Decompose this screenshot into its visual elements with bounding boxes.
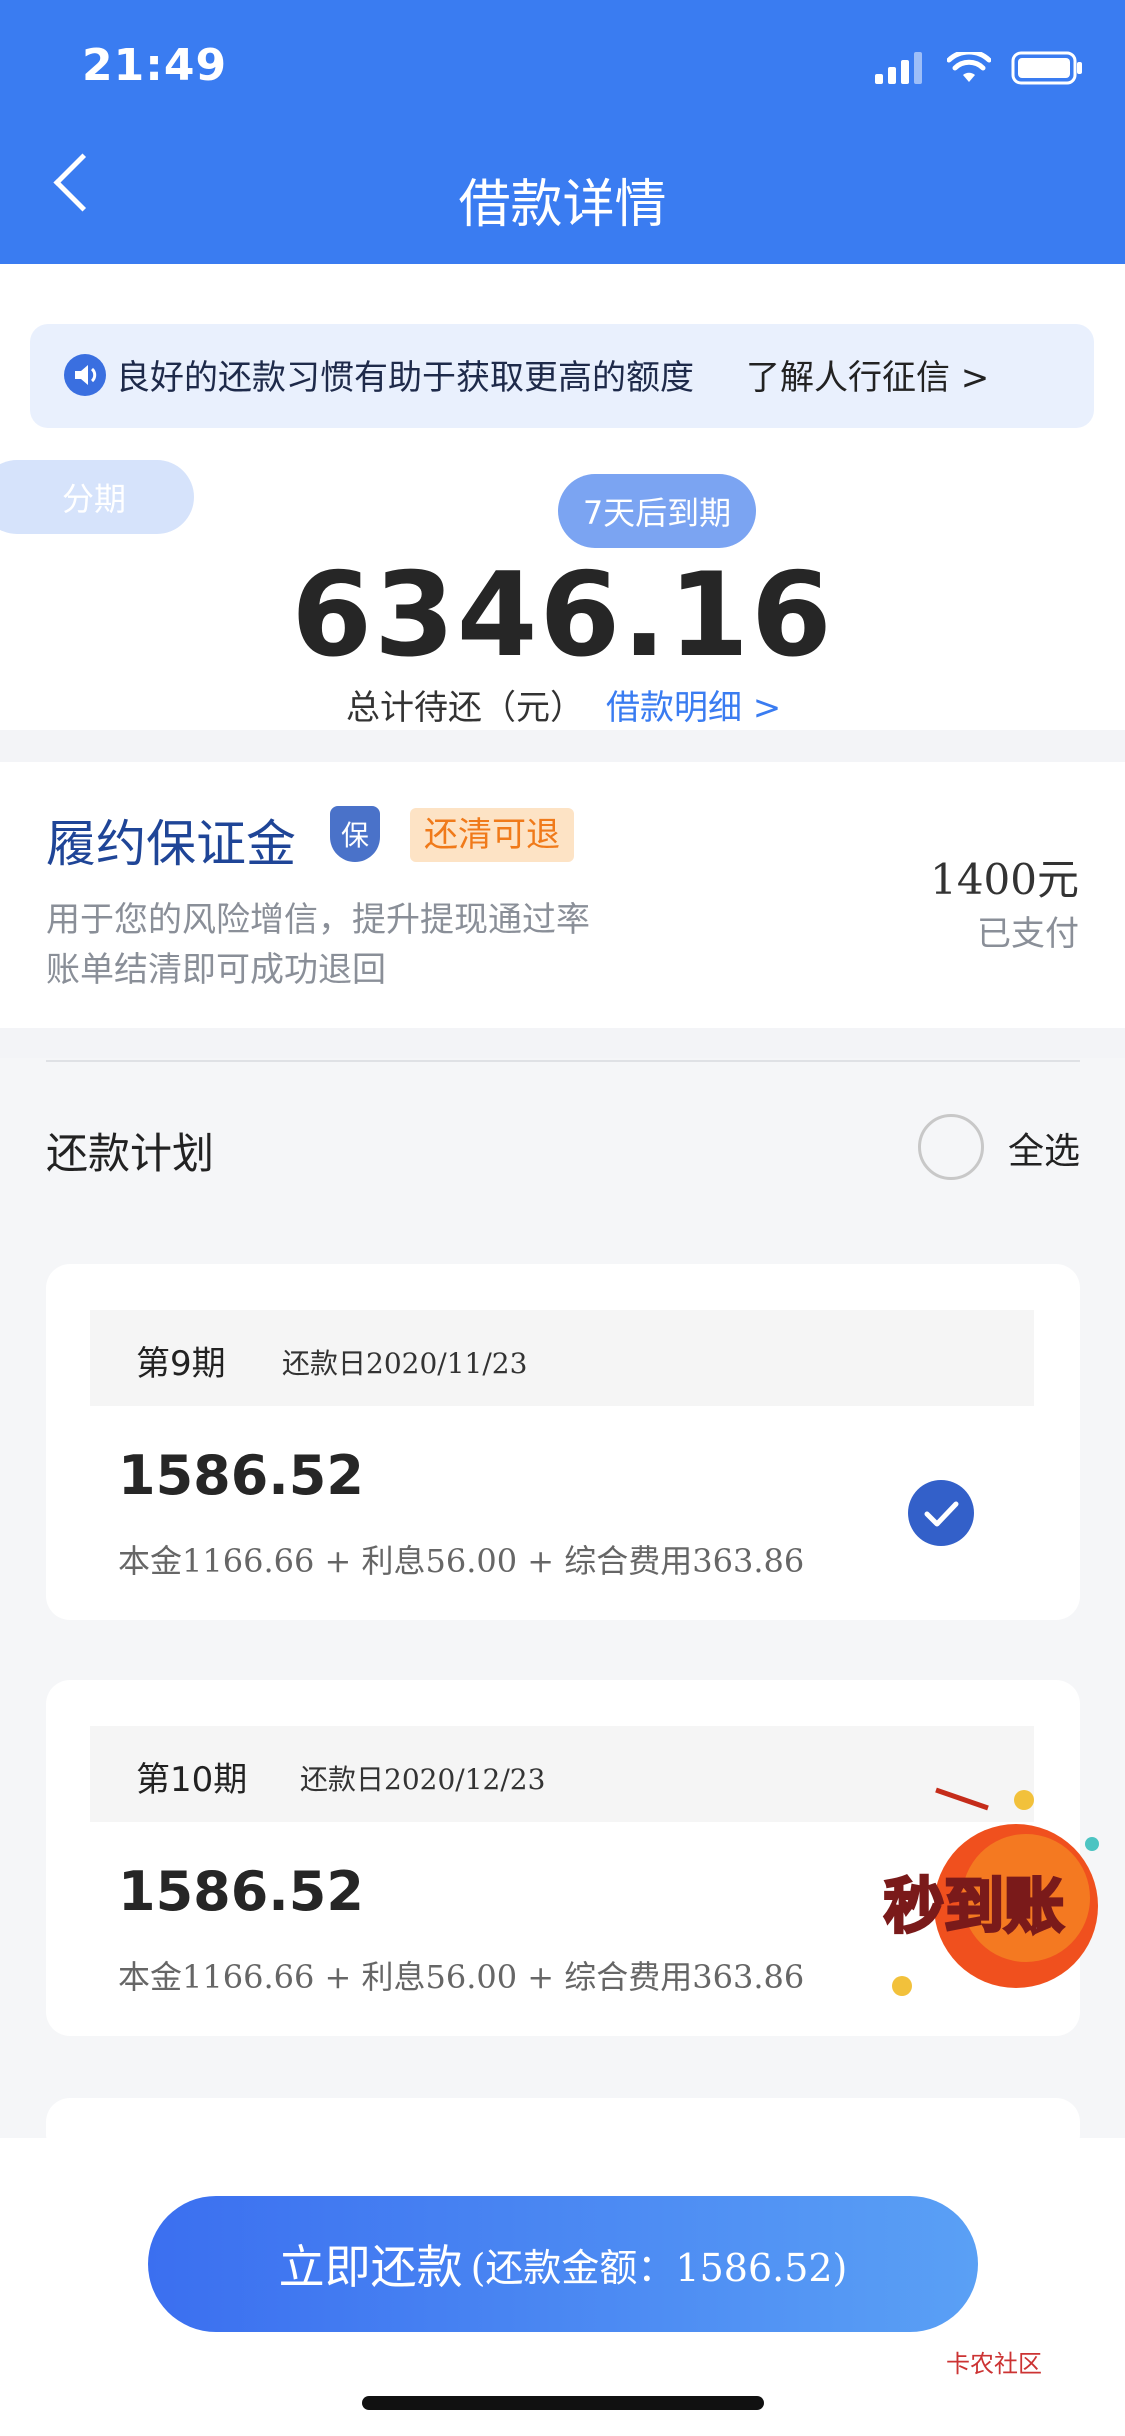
installment-amount: 1586.52 <box>118 1860 364 1923</box>
select-all-label[interactable]: 全选 <box>1008 1122 1080 1174</box>
due-badge: 7天后到期 <box>558 474 756 548</box>
deposit-title: 履约保证金 <box>46 815 296 873</box>
wifi-icon <box>947 52 991 82</box>
deposit-description: 用于您的风险增信，提升提现通过率 <box>46 900 590 940</box>
pay-now-button[interactable]: 立即还款 (还款金额：1586.52) <box>148 2196 978 2332</box>
select-all-checkbox[interactable] <box>918 1114 984 1180</box>
deposit-description-2: 账单结清即可成功退回 <box>46 950 386 990</box>
installment-breakdown: 本金1166.66 + 利息56.00 + 综合费用363.86 <box>118 1958 805 1996</box>
installment-card-header <box>90 1310 1034 1406</box>
divider <box>46 1060 1080 1062</box>
installment-due-date: 还款日2020/11/23 <box>282 1347 528 1380</box>
status-icons <box>875 48 1083 88</box>
installment-period: 第9期 <box>136 1344 226 1384</box>
pay-amount-label: (还款金额：1586.52) <box>470 2245 848 2290</box>
speaker-icon <box>64 354 106 396</box>
home-indicator[interactable] <box>362 2396 764 2410</box>
total-due-amount: 6346.16 <box>291 548 834 683</box>
plan-title: 还款计划 <box>46 1129 215 1178</box>
installment-period: 第10期 <box>136 1760 248 1800</box>
deposit-status: 已支付 <box>977 914 1079 954</box>
refundable-badge: 还清可退 <box>410 808 574 862</box>
total-due-label: 总计待还（元） <box>346 688 584 728</box>
deposit-amount: 1400元 <box>930 855 1079 904</box>
installment-breakdown: 本金1166.66 + 利息56.00 + 综合费用363.86 <box>118 1542 805 1580</box>
promo-text: 秒到账 <box>883 1871 1066 1944</box>
signal-icon <box>875 52 922 84</box>
pay-now-label: 立即还款 <box>278 2240 463 2294</box>
credit-info-link[interactable]: 了解人行征信 > <box>746 350 989 399</box>
installment-due-date: 还款日2020/12/23 <box>300 1763 546 1796</box>
shield-icon: 保 <box>330 806 380 862</box>
watermark-text: 卡农社区 <box>946 2350 1042 2378</box>
installment-amount: 1586.52 <box>118 1444 364 1507</box>
battery-icon <box>1011 51 1082 85</box>
loan-detail-link[interactable]: 借款明细 > <box>606 680 781 729</box>
installment-tag-label: 分期 <box>62 480 127 518</box>
page-title: 借款详情 <box>458 175 667 235</box>
status-time: 21:49 <box>82 40 228 91</box>
checked-checkbox-icon[interactable] <box>908 1480 974 1546</box>
notice-text: 良好的还款习惯有助于获取更高的额度 <box>116 358 694 398</box>
